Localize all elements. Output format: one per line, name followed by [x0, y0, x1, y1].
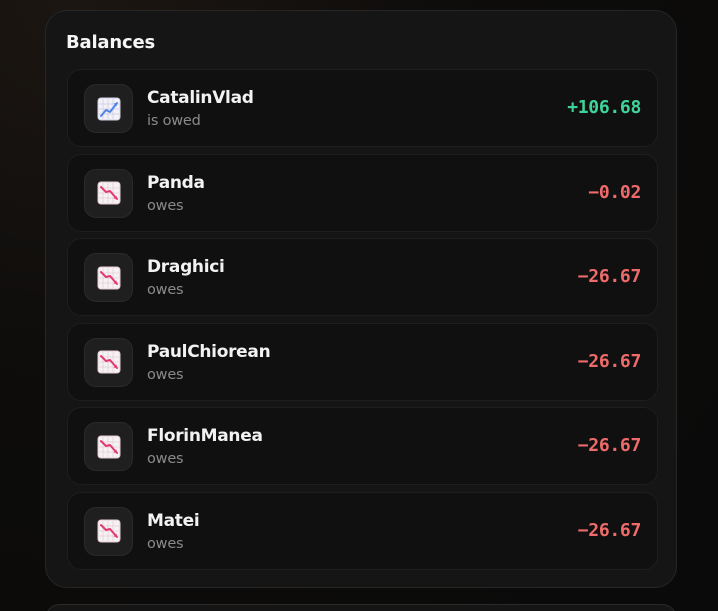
chart-decreasing-icon — [84, 168, 133, 218]
balance-amount: −0.02 — [588, 181, 641, 203]
chart-decreasing-icon — [84, 253, 133, 302]
balance-amount: −26.67 — [577, 266, 642, 287]
balance-amount: +106.68 — [567, 97, 641, 118]
balance-status: owes — [147, 451, 184, 467]
chart-decreasing-icon — [84, 337, 133, 387]
balance-status: owes — [147, 197, 184, 214]
page: Balances CatalinVlad is owed +106.68 Pan… — [0, 0, 718, 611]
balance-row[interactable]: CatalinVlad is owed +106.68 — [67, 69, 658, 147]
member-name: CatalinVlad — [147, 88, 254, 108]
balance-status: owes — [147, 535, 184, 552]
balance-amount: −26.67 — [577, 350, 642, 372]
chart-increasing-icon — [84, 84, 133, 133]
member-name: Matei — [147, 510, 200, 531]
member-name: PaulChiorean — [147, 341, 271, 362]
balance-row[interactable]: Draghici owes −26.67 — [67, 238, 658, 316]
balances-card: Balances CatalinVlad is owed +106.68 Pan… — [45, 10, 677, 588]
balance-amount: −26.67 — [577, 435, 642, 456]
member-name: FlorinManea — [147, 426, 263, 446]
balances-list: CatalinVlad is owed +106.68 Panda owes −… — [67, 69, 658, 576]
chart-decreasing-icon — [84, 506, 133, 556]
next-card-edge — [45, 604, 677, 611]
chart-decreasing-icon — [84, 422, 133, 471]
balance-status: is owed — [147, 113, 201, 129]
member-name: Draghici — [147, 257, 225, 277]
balance-row[interactable]: PaulChiorean owes −26.67 — [67, 322, 658, 401]
balance-row[interactable]: FlorinManea owes −26.67 — [67, 407, 658, 485]
balance-status: owes — [147, 366, 184, 383]
balance-row[interactable]: Matei owes −26.67 — [67, 491, 658, 570]
balance-row[interactable]: Panda owes −0.02 — [67, 153, 658, 232]
member-name: Panda — [147, 172, 205, 193]
balance-amount: −26.67 — [577, 519, 642, 541]
balance-status: owes — [147, 282, 184, 298]
balances-title: Balances — [66, 32, 155, 53]
